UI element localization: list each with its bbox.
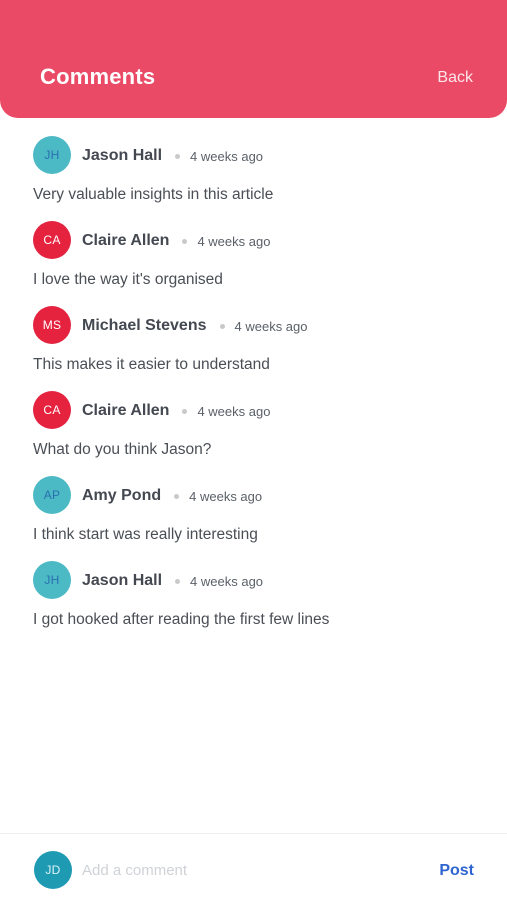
comment-author[interactable]: Jason Hall [82, 147, 162, 165]
comment-item: AP Amy Pond 4 weeks ago I think start wa… [0, 458, 507, 543]
comment-header: Claire Allen 4 weeks ago [82, 232, 270, 250]
comment-text: I think start was really interesting [33, 526, 258, 543]
separator-dot [219, 323, 225, 329]
comment-timestamp: 4 weeks ago [197, 233, 271, 249]
avatar-initials: CA [43, 233, 61, 247]
comment-text: Very valuable insights in this article [33, 186, 274, 203]
current-user-avatar: JD [34, 851, 72, 889]
avatar[interactable]: CA [33, 221, 71, 259]
comment-list: JH Jason Hall 4 weeks ago Very valuable … [0, 118, 507, 628]
comment-author[interactable]: Claire Allen [82, 402, 169, 420]
comment-text: This makes it easier to understand [33, 356, 270, 373]
avatar-initials: JD [45, 863, 61, 877]
comment-timestamp: 4 weeks ago [234, 318, 308, 334]
avatar[interactable]: JH [33, 561, 71, 599]
comment-header: Jason Hall 4 weeks ago [82, 147, 263, 165]
comment-item: JH Jason Hall 4 weeks ago Very valuable … [0, 118, 507, 203]
comments-screen: Comments Back JH Jason Hall 4 weeks ago … [0, 0, 507, 900]
comment-author[interactable]: Claire Allen [82, 232, 169, 250]
separator-dot [174, 493, 180, 499]
comment-item: CA Claire Allen 4 weeks ago What do you … [0, 373, 507, 458]
comment-header: Claire Allen 4 weeks ago [82, 402, 270, 420]
separator-dot [175, 153, 181, 159]
comment-composer: JD Post [0, 833, 507, 900]
comment-item: JH Jason Hall 4 weeks ago I got hooked a… [0, 543, 507, 628]
avatar-initials: AP [43, 488, 61, 502]
header-bar: Comments Back [0, 0, 507, 118]
comment-author[interactable]: Amy Pond [82, 487, 161, 505]
comment-header: Jason Hall 4 weeks ago [82, 572, 263, 590]
comment-text: I got hooked after reading the first few… [33, 611, 330, 628]
avatar-initials: CA [43, 403, 61, 417]
comment-item: CA Claire Allen 4 weeks ago I love the w… [0, 203, 507, 288]
comment-header: Amy Pond 4 weeks ago [82, 487, 262, 505]
post-button[interactable]: Post [439, 862, 474, 880]
separator-dot [175, 578, 181, 584]
avatar[interactable]: AP [33, 476, 71, 514]
separator-dot [182, 238, 188, 244]
comment-timestamp: 4 weeks ago [190, 573, 264, 589]
comment-header: Michael Stevens 4 weeks ago [82, 317, 308, 335]
comment-author[interactable]: Michael Stevens [82, 317, 207, 335]
avatar[interactable]: CA [33, 391, 71, 429]
avatar[interactable]: JH [33, 136, 71, 174]
separator-dot [182, 408, 188, 414]
comment-input[interactable] [82, 858, 402, 882]
back-button[interactable]: Back [437, 69, 473, 87]
comment-text: I love the way it's organised [33, 271, 223, 288]
comment-timestamp: 4 weeks ago [190, 148, 264, 164]
avatar[interactable]: MS [33, 306, 71, 344]
avatar-initials: MS [42, 318, 62, 332]
comment-timestamp: 4 weeks ago [189, 488, 263, 504]
page-title: Comments [40, 64, 156, 89]
avatar-initials: JH [44, 148, 60, 162]
comment-timestamp: 4 weeks ago [197, 403, 271, 419]
comment-item: MS Michael Stevens 4 weeks ago This make… [0, 288, 507, 373]
avatar-initials: JH [44, 573, 60, 587]
comment-text: What do you think Jason? [33, 441, 212, 458]
comment-author[interactable]: Jason Hall [82, 572, 162, 590]
